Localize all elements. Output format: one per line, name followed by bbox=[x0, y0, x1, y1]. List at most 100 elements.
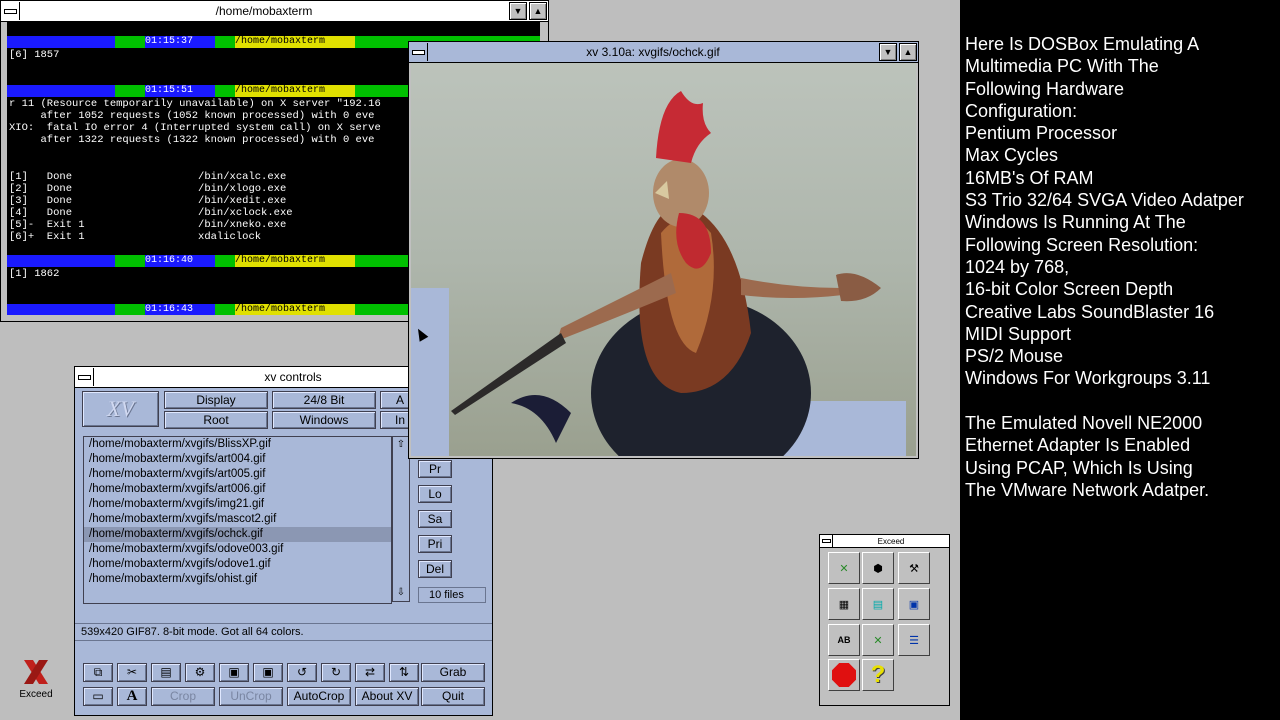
text-icon: A bbox=[126, 688, 138, 704]
clipboard-tool[interactable]: ▤ bbox=[862, 588, 894, 620]
file-list[interactable]: /home/mobaxterm/xvgifs/BlissXP.gif/home/… bbox=[83, 436, 392, 604]
prev-button[interactable]: Pr bbox=[418, 460, 452, 478]
uncrop-button[interactable]: UnCrop bbox=[219, 687, 283, 706]
rotate-left-button[interactable]: ↺ bbox=[287, 663, 317, 682]
prompt-time: 01:16:40 bbox=[145, 255, 215, 267]
exceed-toolbox-window[interactable]: Exceed ✕ ⬢ ⚒ ▦ ▤ ▣ AB ✕ ☰ ? bbox=[819, 534, 950, 706]
paste-button[interactable]: ▤ bbox=[151, 663, 181, 682]
rotate-right-icon: ↻ bbox=[330, 665, 342, 679]
cut-button[interactable]: ✂ bbox=[117, 663, 147, 682]
about-xv-button[interactable]: About XV bbox=[355, 687, 419, 706]
terminal-line: after 1322 requests (1322 known processe… bbox=[9, 134, 375, 146]
file-list-item[interactable]: /home/mobaxterm/xvgifs/art006.gif bbox=[84, 482, 391, 497]
screen-tool[interactable]: ▣ bbox=[898, 588, 930, 620]
info-line: Configuration: bbox=[965, 100, 1078, 121]
minimize-button[interactable]: ▼ bbox=[509, 2, 527, 20]
x-document-icon: ✕ bbox=[873, 634, 883, 647]
maximize-button[interactable]: ▲ bbox=[899, 43, 917, 61]
terminal-titlebar[interactable]: /home/mobaxterm ▼ ▲ bbox=[1, 1, 548, 22]
xv-logo[interactable]: XV bbox=[82, 391, 159, 427]
terminal-title: /home/mobaxterm bbox=[215, 4, 313, 18]
print-button[interactable]: Pri bbox=[418, 535, 452, 553]
info-panel: Here Is DOSBox Emulating A Multimedia PC … bbox=[960, 0, 1280, 720]
system-menu-icon[interactable] bbox=[75, 368, 94, 386]
xv-image-window[interactable]: xv 3.10a: xvgifs/ochck.gif ▼ ▲ bbox=[408, 41, 919, 459]
scissors-icon: ✂ bbox=[126, 665, 138, 679]
window-manager-tool[interactable]: ▦ bbox=[828, 588, 860, 620]
flip-vertical-button[interactable]: ⇅ bbox=[389, 663, 419, 682]
prompt-path: /home/mobaxterm bbox=[235, 304, 355, 315]
crop-button[interactable]: Crop bbox=[151, 687, 215, 706]
exceed-toolbox-titlebar[interactable]: Exceed bbox=[820, 535, 949, 548]
file-list-scrollbar[interactable]: ⇧ ⇩ bbox=[392, 436, 410, 602]
load-button[interactable]: Lo bbox=[418, 485, 452, 503]
xterm-tool[interactable]: ☰ bbox=[898, 624, 930, 656]
xsettings-tool[interactable]: ⚒ bbox=[898, 552, 930, 584]
prompt-path: /home/mobaxterm bbox=[235, 255, 355, 267]
font-ab-icon: AB bbox=[837, 635, 851, 645]
smooth-button[interactable]: ▣ bbox=[219, 663, 249, 682]
status-line: 539x420 GIF87. 8-bit mode. Got all 64 co… bbox=[75, 623, 492, 641]
exceed-desktop-icon[interactable]: Exceed bbox=[14, 658, 58, 702]
info-line: 16-bit Color Screen Depth bbox=[965, 279, 1174, 300]
autocrop-button[interactable]: AutoCrop bbox=[287, 687, 351, 706]
xstart-tool[interactable]: ✕ bbox=[828, 552, 860, 584]
flip-horizontal-button[interactable]: ⇄ bbox=[355, 663, 385, 682]
file-list-item[interactable]: /home/mobaxterm/xvgifs/mascot2.gif bbox=[84, 512, 391, 527]
xdefaults-tool[interactable]: ✕ bbox=[862, 624, 894, 656]
display-button[interactable]: Display bbox=[164, 391, 268, 409]
xconfig-tool[interactable]: ⬢ bbox=[862, 552, 894, 584]
file-list-item[interactable]: /home/mobaxterm/xvgifs/BlissXP.gif bbox=[84, 437, 391, 452]
terminal-line: [1] 1862 bbox=[9, 268, 60, 280]
minimize-button[interactable]: ▼ bbox=[879, 43, 897, 61]
rooster-image bbox=[411, 63, 916, 456]
image-canvas[interactable] bbox=[411, 63, 916, 456]
grab-button[interactable]: Grab bbox=[421, 663, 485, 682]
system-menu-icon[interactable] bbox=[409, 43, 428, 61]
file-list-item[interactable]: /home/mobaxterm/xvgifs/img21.gif bbox=[84, 497, 391, 512]
exceed-toolbox-title: Exceed bbox=[877, 536, 905, 546]
scroll-down-icon[interactable]: ⇩ bbox=[393, 585, 409, 601]
info-line: Max Cycles bbox=[965, 145, 1059, 166]
xv-image-titlebar[interactable]: xv 3.10a: xvgifs/ochck.gif ▼ ▲ bbox=[409, 42, 918, 63]
dither-button[interactable]: ▣ bbox=[253, 663, 283, 682]
info-line: Creative Labs SoundBlaster 16 bbox=[965, 301, 1215, 322]
pad-button[interactable]: ⚙ bbox=[185, 663, 215, 682]
root-button[interactable]: Root bbox=[164, 411, 268, 429]
terminal-line: [3] Done /bin/xedit.exe bbox=[9, 195, 287, 207]
prompt-path: /home/mobaxterm bbox=[235, 36, 355, 48]
copy-icon: ⧉ bbox=[93, 665, 103, 679]
file-list-item[interactable]: /home/mobaxterm/xvgifs/art005.gif bbox=[84, 467, 391, 482]
info-line: Windows For Workgroups 3.11 bbox=[965, 368, 1211, 389]
help-icon: ? bbox=[870, 661, 886, 688]
terminal-line: [6] 1857 bbox=[9, 49, 60, 61]
box-icon: ▣ bbox=[228, 665, 240, 679]
quit-button[interactable]: Quit bbox=[421, 687, 485, 706]
normal-size-button[interactable]: ⧉ bbox=[83, 663, 113, 682]
scroll-up-icon[interactable]: ⇧ bbox=[393, 437, 409, 453]
prompt-time: 01:16:43 bbox=[145, 304, 215, 315]
clipboard-icon: ▤ bbox=[872, 598, 884, 611]
annotate-button[interactable]: A bbox=[117, 687, 147, 706]
rotate-right-button[interactable]: ↻ bbox=[321, 663, 351, 682]
file-list-item[interactable]: /home/mobaxterm/xvgifs/art004.gif bbox=[84, 452, 391, 467]
file-list-item[interactable]: /home/mobaxterm/xvgifs/ohist.gif bbox=[84, 572, 391, 587]
system-menu-icon[interactable] bbox=[1, 2, 20, 20]
file-list-item[interactable]: /home/mobaxterm/xvgifs/ochck.gif bbox=[84, 527, 391, 542]
file-list-item[interactable]: /home/mobaxterm/xvgifs/odove1.gif bbox=[84, 557, 391, 572]
help-tool[interactable]: ? bbox=[862, 659, 894, 691]
save-button[interactable]: Sa bbox=[418, 510, 452, 528]
info-line: 16MB's Of RAM bbox=[965, 167, 1094, 188]
info-line: Ethernet Adapter Is Enabled bbox=[965, 435, 1191, 456]
info-line bbox=[960, 390, 1244, 412]
toolbox-icon: ⚒ bbox=[909, 562, 919, 575]
windows-button[interactable]: Windows bbox=[272, 411, 376, 429]
24-8-bit-button[interactable]: 24/8 Bit bbox=[272, 391, 376, 409]
raw-button[interactable]: ▭ bbox=[83, 687, 113, 706]
system-menu-icon[interactable] bbox=[820, 535, 833, 547]
font-tool[interactable]: AB bbox=[828, 624, 860, 656]
stop-tool[interactable] bbox=[828, 659, 860, 691]
file-list-item[interactable]: /home/mobaxterm/xvgifs/odove003.gif bbox=[84, 542, 391, 557]
maximize-button[interactable]: ▲ bbox=[529, 2, 547, 20]
delete-button[interactable]: Del bbox=[418, 560, 452, 578]
